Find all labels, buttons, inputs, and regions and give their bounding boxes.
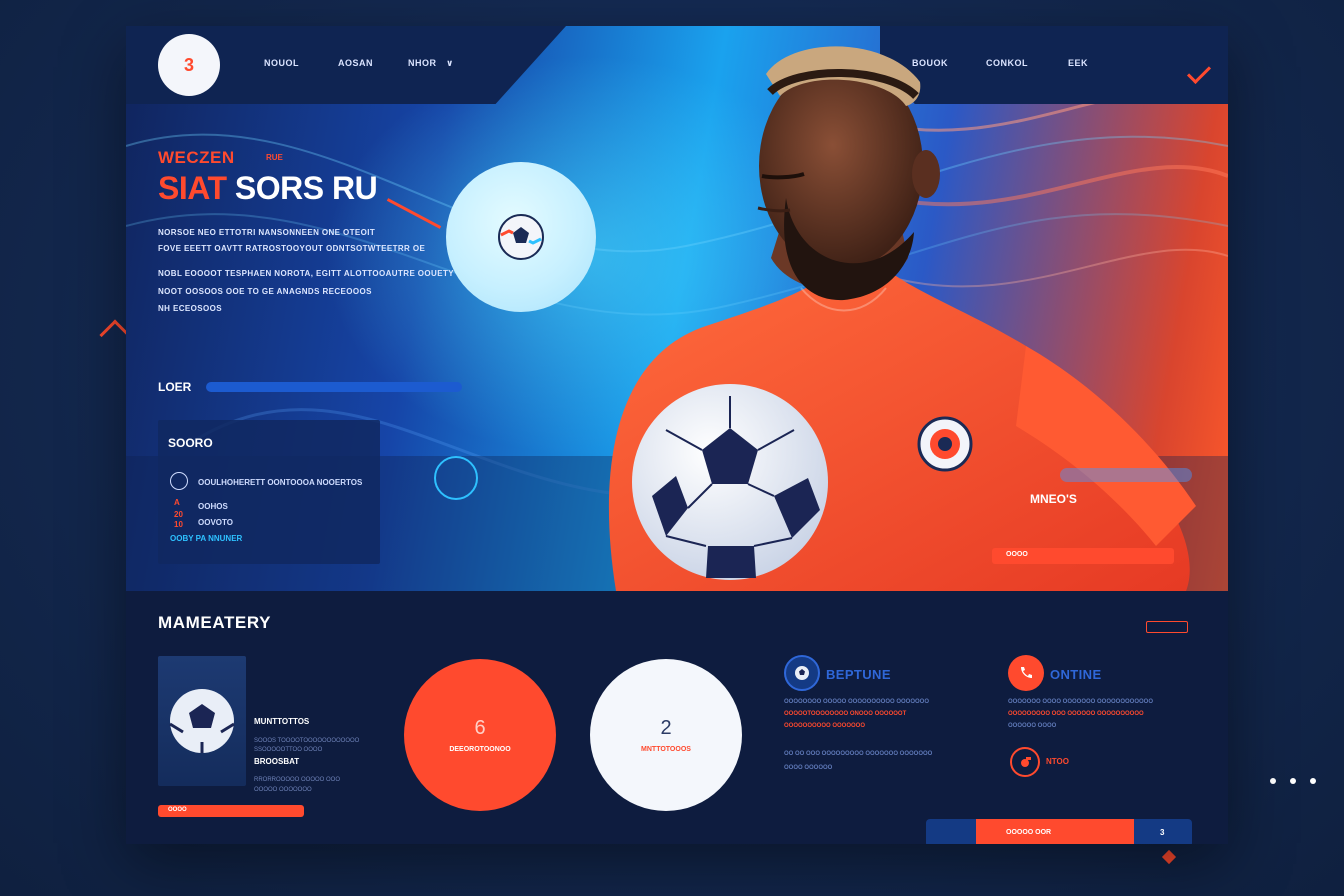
split-bar-primary[interactable]: OOOOO OOR (976, 819, 1134, 844)
info-card-title: SOORO (168, 436, 213, 450)
feature-2-line: OOOOOO OOOO (1008, 723, 1057, 729)
whistle-icon (1021, 757, 1031, 767)
hero-headline: SIAT SORS RU (158, 170, 378, 207)
nav-link-1[interactable]: NOUOL (264, 58, 299, 68)
feature-1-line: OOOO OOOOOO (784, 765, 833, 771)
decor-diamond (1161, 849, 1177, 865)
loader-label: LOER (158, 380, 192, 394)
right-label: MNEO'S (1030, 492, 1077, 506)
thumb-sub: SOOOS TOOOOTOOOOOOOOOOOO (254, 738, 360, 744)
feature-2-line: OOOOOOO OOOO OOOOOOO OOOOOOOOOOOO (1008, 699, 1154, 705)
hero-body-line: NH ECEOSOOS (158, 304, 222, 313)
stat-number: 2 (660, 717, 672, 739)
player-illustration (608, 46, 1196, 591)
section-title: MAMEATERY (158, 613, 272, 632)
thumb-title: MUNTTOTTOS (254, 717, 310, 726)
info-card-mark: A (174, 498, 180, 507)
hero-body-line: FOVE EEETT OAVTT RATROSTOOYOUT ODNTSOTWT… (158, 244, 426, 253)
feature-2-line: OOOOOOOOO OOO OOOOOO OOOOOOOOOO (1008, 711, 1144, 717)
hero-eyebrow: WECZEN (158, 148, 235, 167)
ball-bubble[interactable] (446, 162, 596, 312)
lower-section: MAMEATERY MUNTTOTTOS SOOOS TOOOOTOOOOOOO… (126, 591, 1228, 844)
info-card-link[interactable]: OOBY PA NNUNER (170, 534, 242, 543)
nav-link-2[interactable]: AOSAN (338, 58, 373, 68)
thumb-sub: RRORROOOOO OOOOO OOO (254, 777, 341, 783)
feature-1-line: OOOOOTOOOOOOOO ONOOO OOOOOOT (784, 711, 907, 717)
hero-body-line: NOBL EOOOOT TESPHAEN NOROTA, EGITT ALOTT… (158, 269, 454, 278)
hero-headline-accent: SIAT (158, 170, 227, 206)
loader-bar (206, 382, 462, 392)
split-action-bar[interactable]: OOOOO OOR 3 (926, 819, 1192, 844)
small-action-label: OOOO (168, 807, 187, 813)
feature-2-sub-icon (1010, 747, 1040, 777)
soccer-ball-icon (498, 214, 544, 260)
thumb-sub: OOOOO OOOOOOO (254, 787, 312, 793)
feature-2-title: ONTINE (1050, 667, 1102, 682)
phone-icon (1021, 667, 1032, 678)
small-action-button[interactable]: OOOO (158, 805, 304, 817)
ring-button[interactable] (434, 456, 478, 500)
stat-label: MNTTOTOOOS (641, 746, 691, 753)
soccer-ball-icon (169, 689, 235, 753)
thumbnail-card[interactable] (158, 656, 246, 786)
stat-number: 6 (474, 717, 486, 739)
hero-eyebrow-tag: RUE (266, 153, 283, 162)
stat-circle-white[interactable]: 2 MNTTOTOOOS (590, 659, 742, 811)
stat-label: DEEOROTOONOO (449, 746, 511, 753)
feature-1-line: OO OO OOO OOOOOOOOO OOOOOOO OOOOOOO (784, 751, 933, 757)
page-indicator-dots[interactable] (1270, 778, 1316, 784)
info-card-mark: 20 (174, 510, 183, 519)
logo-badge[interactable]: 3 (158, 34, 220, 96)
target-icon (170, 472, 188, 490)
right-progress-pill (1060, 468, 1192, 482)
feature-1-line: OOOOOOOOOO OOOOOOO (784, 723, 866, 729)
soccer-ball-icon (795, 666, 809, 680)
info-card-mark: 10 (174, 520, 183, 529)
stat-circle-red[interactable]: 6 DEEOROTOONOO (404, 659, 556, 811)
info-card-row: OOVOTO (198, 518, 233, 527)
chevron-down-icon[interactable]: ∨ (446, 58, 454, 69)
hero-cta-button[interactable]: OOOO (992, 548, 1174, 564)
landing-page-frame: 3 NOUOL AOSAN NHOR ∨ BOUOK CONKOL EEK WE… (126, 26, 1228, 844)
feature-1-icon[interactable] (784, 655, 820, 691)
feature-2-icon[interactable] (1008, 655, 1044, 691)
split-bar-label: OOOOO OOR (1006, 829, 1052, 836)
split-bar-count: 3 (1160, 828, 1165, 837)
feature-2-sub-title: NTOO (1046, 757, 1069, 766)
feature-1-title: BEPTUNE (826, 667, 891, 682)
outline-button[interactable] (1146, 621, 1188, 633)
info-card-row: OOHOS (198, 502, 228, 511)
info-card-row: OOULHOHERETT OONTOOOA NOOERTOS (198, 478, 363, 487)
info-card: SOORO OOULHOHERETT OONTOOOA NOOERTOS A O… (158, 420, 380, 564)
hero-cta-label: OOOO (1006, 551, 1028, 558)
thumb-title-2: BROOSBAT (254, 757, 300, 766)
feature-1-line: OOOOOOOO OOOOO OOOOOOOOOO OOOOOOO (784, 699, 930, 705)
hero-section: 3 NOUOL AOSAN NHOR ∨ BOUOK CONKOL EEK WE… (126, 26, 1228, 591)
hero-body-line: NORSOE NEO ETTOTRI NANSONNEEN ONE OTEOIT (158, 228, 376, 237)
hero-body-line: NOOT OOSOOS OOE TO GE ANAGNDS RECEOOOS (158, 287, 372, 296)
nav-link-3[interactable]: NHOR (408, 58, 437, 68)
thumb-sub: SSOOOOOTTOO OOOO (254, 747, 323, 753)
hero-headline-rest: SORS RU (234, 170, 378, 206)
